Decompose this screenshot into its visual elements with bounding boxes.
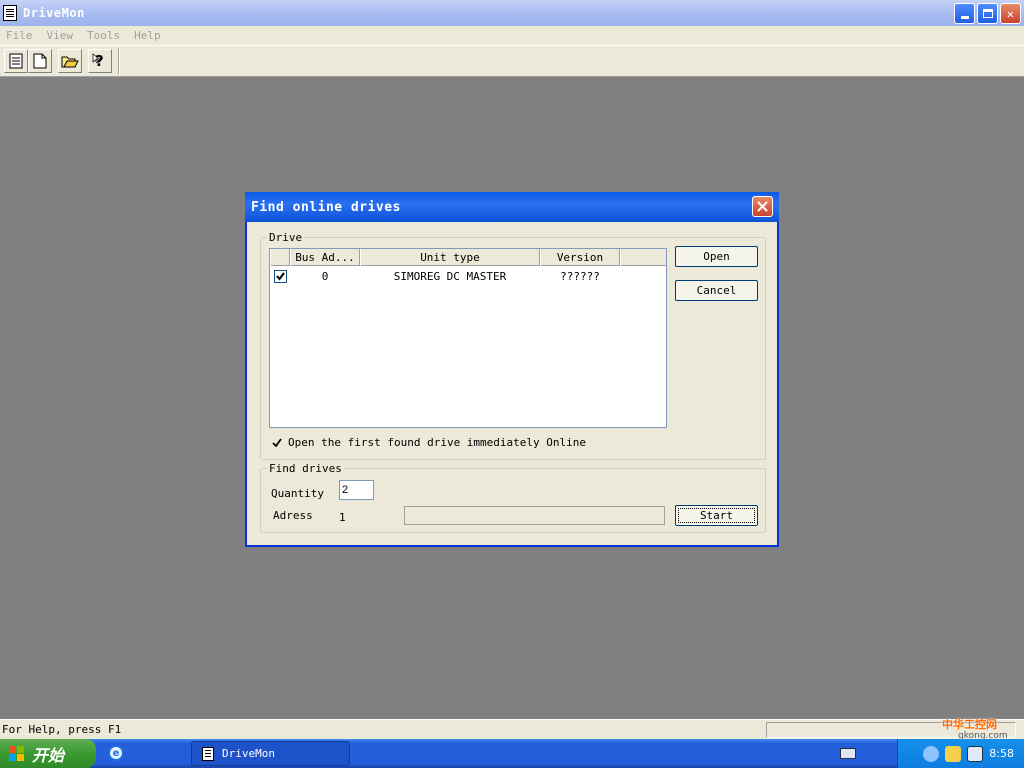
internet-explorer-icon[interactable]: e bbox=[108, 745, 124, 761]
search-progress-bar bbox=[404, 506, 665, 525]
find-online-drives-dialog: Find online drives Drive Bus Ad... Unit … bbox=[245, 192, 779, 547]
row-checkbox[interactable] bbox=[273, 269, 287, 283]
tray-arrow-icon[interactable] bbox=[923, 745, 940, 762]
column-header-version[interactable]: Version bbox=[540, 249, 620, 266]
keyboard-icon[interactable] bbox=[840, 748, 856, 759]
minimize-button[interactable] bbox=[954, 3, 975, 24]
taskbar-drivemon-label: DriveMon bbox=[222, 747, 275, 760]
dialog-close-button[interactable] bbox=[752, 196, 773, 217]
main-title-bar[interactable]: DriveMon ✕ bbox=[0, 0, 1024, 26]
dialog-title: Find online drives bbox=[251, 199, 401, 215]
column-header-check[interactable] bbox=[270, 249, 290, 266]
status-text: For Help, press F1 bbox=[2, 723, 122, 736]
maximize-icon bbox=[982, 9, 993, 18]
tray-network-icon[interactable] bbox=[945, 745, 962, 762]
open-first-checkbox[interactable] bbox=[271, 437, 282, 448]
toolbar-new-button[interactable] bbox=[28, 49, 52, 73]
windows-logo-icon bbox=[9, 745, 24, 761]
app-icon bbox=[3, 5, 17, 21]
taskbar: 开始 e DriveMon 8:58 bbox=[0, 739, 1024, 768]
column-header-empty bbox=[620, 249, 666, 266]
close-icon bbox=[757, 201, 768, 212]
toolbar-separator bbox=[118, 48, 120, 74]
open-first-option[interactable]: Open the first found drive immediately O… bbox=[271, 436, 586, 449]
clock[interactable]: 8:58 bbox=[989, 747, 1014, 760]
close-icon: ✕ bbox=[1006, 6, 1015, 21]
menu-file[interactable]: File bbox=[6, 29, 33, 42]
minimize-icon bbox=[960, 16, 969, 19]
drive-group-label: Drive bbox=[267, 231, 305, 244]
check-icon bbox=[271, 437, 282, 447]
menu-bar: File View Tools Help bbox=[0, 26, 1024, 46]
adress-label: Adress bbox=[273, 509, 313, 522]
menu-view[interactable]: View bbox=[47, 29, 74, 42]
toolbar: ? bbox=[0, 46, 1024, 77]
cell-version: ?????? bbox=[560, 269, 600, 283]
document-list-icon bbox=[9, 53, 23, 69]
drive-list-header: Bus Ad... Unit type Version bbox=[270, 249, 666, 266]
drive-list[interactable]: Bus Ad... Unit type Version 0 SIMOREG DC… bbox=[269, 248, 667, 428]
find-drives-group-label: Find drives bbox=[267, 462, 344, 475]
new-document-icon bbox=[33, 53, 47, 69]
maximize-button[interactable] bbox=[977, 3, 998, 24]
open-folder-icon bbox=[61, 56, 79, 68]
check-icon bbox=[275, 271, 285, 281]
open-button[interactable]: Open bbox=[675, 246, 758, 267]
cell-unit-type: SIMOREG DC MASTER bbox=[393, 269, 507, 283]
column-header-bus-address[interactable]: Bus Ad... bbox=[290, 249, 360, 266]
app-icon bbox=[202, 746, 214, 761]
open-first-label: Open the first found drive immediately O… bbox=[288, 436, 587, 449]
cell-bus-address: 0 bbox=[321, 269, 329, 283]
start-button[interactable]: Start bbox=[675, 505, 758, 526]
quantity-label: Quantity bbox=[271, 487, 324, 500]
toolbar-list-button[interactable] bbox=[4, 49, 28, 73]
table-row[interactable]: 0 SIMOREG DC MASTER ?????? bbox=[270, 268, 666, 284]
close-button[interactable]: ✕ bbox=[1000, 3, 1021, 24]
tray-security-icon[interactable] bbox=[967, 745, 984, 762]
menu-help[interactable]: Help bbox=[134, 29, 161, 42]
cancel-button[interactable]: Cancel bbox=[675, 280, 758, 301]
status-bar: For Help, press F1 bbox=[0, 719, 1024, 739]
system-tray: 8:58 bbox=[897, 739, 1024, 768]
menu-tools[interactable]: Tools bbox=[87, 29, 120, 42]
taskbar-drivemon[interactable]: DriveMon bbox=[191, 741, 350, 766]
toolbar-help-button[interactable]: ? bbox=[88, 49, 112, 73]
adress-value: 1 bbox=[339, 511, 346, 524]
toolbar-open-button[interactable] bbox=[58, 49, 82, 73]
column-header-unit-type[interactable]: Unit type bbox=[360, 249, 540, 266]
window-title: DriveMon bbox=[23, 6, 85, 20]
watermark-text: 中华工控网 bbox=[942, 718, 997, 731]
dialog-title-bar[interactable]: Find online drives bbox=[245, 192, 779, 222]
start-label: 开始 bbox=[32, 745, 65, 765]
quantity-input[interactable] bbox=[339, 480, 374, 500]
context-help-icon: ? bbox=[92, 52, 104, 70]
start-button-taskbar[interactable]: 开始 bbox=[0, 739, 96, 768]
